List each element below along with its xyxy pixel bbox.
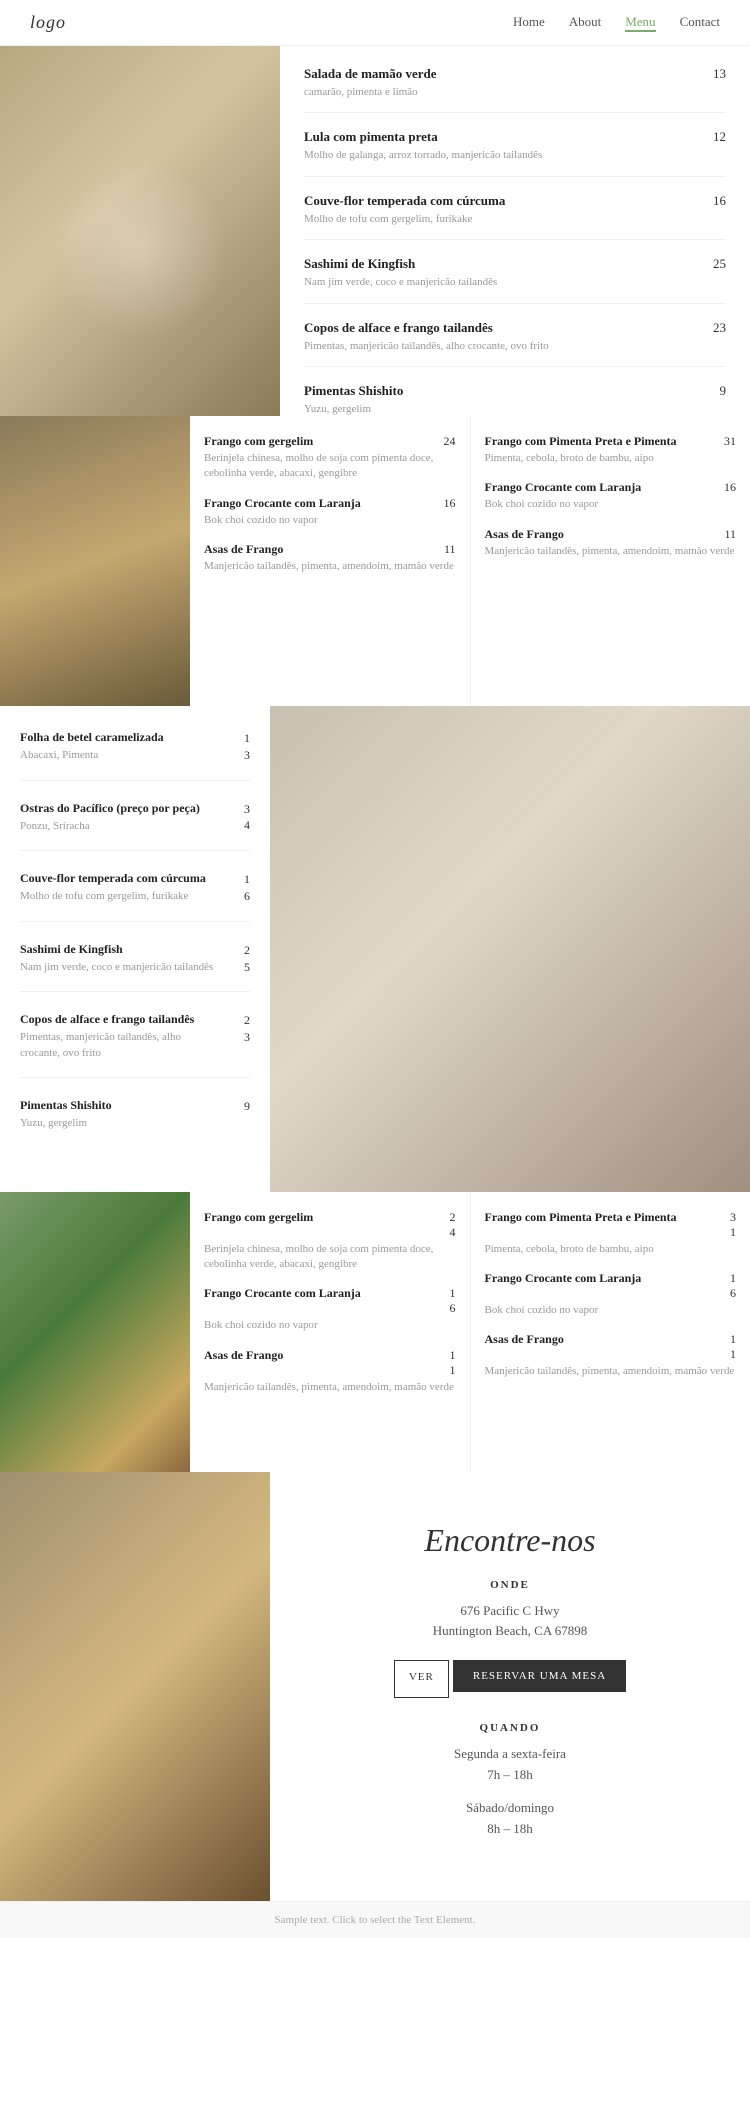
mini-menu-item: Frango com gergelim 24 Berinjela chinesa…	[204, 434, 456, 482]
section-left-menu: Folha de betel caramelizada Abacaxi, Pim…	[0, 706, 750, 1192]
mini-menu-item: Asas de Frango 11 Manjericão tailandês, …	[485, 1332, 737, 1379]
left-menu-panel: Folha de betel caramelizada Abacaxi, Pim…	[0, 706, 270, 1192]
weekday-hours: Segunda a sexta-feira 7h – 18h	[310, 1744, 710, 1786]
menu-col-right: Frango com Pimenta Preta e Pimenta 31 Pi…	[471, 416, 750, 706]
mini-menu-item: Frango com gergelim 24 Berinjela chinesa…	[204, 1210, 456, 1273]
when-label: QUANDO	[310, 1722, 710, 1734]
menu-col-right-2: Frango com Pimenta Preta e Pimenta 31 Pi…	[471, 1192, 750, 1472]
navigation: logo Home About Menu Contact	[0, 0, 750, 46]
footer: Sample text. Click to select the Text El…	[0, 1901, 750, 1938]
mini-menu-item: Frango Crocante com Laranja 16 Bok choi …	[485, 480, 737, 512]
menu-item: Pimentas Shishito Yuzu, gergelim 9	[304, 383, 726, 416]
mini-menu-item: Asas de Frango 11 Manjericão tailandês, …	[485, 527, 737, 559]
left-menu-item: Pimentas Shishito Yuzu, gergelim 9	[20, 1098, 250, 1147]
section-hero: Salada de mamão verde camarão, pimenta e…	[0, 46, 750, 416]
nav-home[interactable]: Home	[513, 14, 545, 32]
footer-text: Sample text. Click to select the Text El…	[275, 1914, 476, 1926]
menu-item: Copos de alface e frango tailandês Pimen…	[304, 320, 726, 367]
hours-section: QUANDO Segunda a sexta-feira 7h – 18h Sá…	[310, 1722, 710, 1839]
two-col-menu-2: Frango com gergelim 24 Berinjela chinesa…	[190, 1192, 750, 1472]
menu-item: Couve-flor temperada com cúrcuma Molho d…	[304, 193, 726, 240]
menu-list-section1: Salada de mamão verde camarão, pimenta e…	[280, 46, 750, 416]
mini-menu-item: Frango com Pimenta Preta e Pimenta 31 Pi…	[485, 434, 737, 466]
nav-contact[interactable]: Contact	[680, 14, 720, 32]
mini-menu-item: Frango com Pimenta Preta e Pimenta 31 Pi…	[485, 1210, 737, 1257]
left-menu-item: Folha de betel caramelizada Abacaxi, Pim…	[20, 730, 250, 781]
address: 676 Pacific C Hwy Huntington Beach, CA 6…	[310, 1601, 710, 1643]
left-menu-item: Copos de alface e frango tailandês Pimen…	[20, 1012, 250, 1078]
menu-col-left: Frango com gergelim 24 Berinjela chinesa…	[190, 416, 471, 706]
menu-item: Sashimi de Kingfish Nam jim verde, coco …	[304, 256, 726, 303]
left-menu-item: Sashimi de Kingfish Nam jim verde, coco …	[20, 942, 250, 993]
outdoor-image	[0, 1192, 190, 1472]
menu-item: Lula com pimenta preta Molho de galanga,…	[304, 129, 726, 176]
find-us-title: Encontre-nos	[310, 1522, 710, 1559]
left-menu-item: Ostras do Pacífico (preço por peça) Ponz…	[20, 801, 250, 852]
reserve-button[interactable]: RESERVAR UMA MESA	[453, 1660, 626, 1692]
mini-menu-item: Frango Crocante com Laranja 16 Bok choi …	[204, 496, 456, 528]
menu-col-left-2: Frango com gergelim 24 Berinjela chinesa…	[190, 1192, 471, 1472]
section-two-col: Frango com gergelim 24 Berinjela chinesa…	[0, 416, 750, 706]
mini-menu-item: Frango Crocante com Laranja 16 Bok choi …	[204, 1286, 456, 1333]
weekend-hours: Sábado/domingo 8h – 18h	[310, 1798, 710, 1840]
left-menu-item: Couve-flor temperada com cúrcuma Molho d…	[20, 871, 250, 922]
find-us-image	[0, 1472, 270, 1902]
restaurant-image	[270, 706, 750, 1192]
two-col-menu: Frango com gergelim 24 Berinjela chinesa…	[190, 416, 750, 706]
see-map-button[interactable]: VER	[394, 1660, 449, 1698]
find-us-info: Encontre-nos ONDE 676 Pacific C Hwy Hunt…	[270, 1472, 750, 1902]
mini-menu-item: Frango Crocante com Laranja 16 Bok choi …	[485, 1271, 737, 1318]
mini-menu-item: Asas de Frango 11 Manjericão tailandês, …	[204, 1348, 456, 1395]
nav-menu[interactable]: Menu	[625, 14, 655, 32]
where-label: ONDE	[310, 1579, 710, 1591]
reservation-buttons: VER RESERVAR UMA MESA	[310, 1660, 710, 1698]
nav-links: Home About Menu Contact	[513, 14, 720, 32]
section-img-twocol: Frango com gergelim 24 Berinjela chinesa…	[0, 1192, 750, 1472]
nav-about[interactable]: About	[569, 14, 602, 32]
menu-item: Salada de mamão verde camarão, pimenta e…	[304, 66, 726, 113]
logo: logo	[30, 12, 66, 33]
hero-image	[0, 46, 280, 416]
food-image-2	[0, 416, 190, 706]
mini-menu-item: Asas de Frango 11 Manjericão tailandês, …	[204, 542, 456, 574]
section-find-us: Encontre-nos ONDE 676 Pacific C Hwy Hunt…	[0, 1472, 750, 1902]
hero-food-image	[0, 46, 280, 416]
